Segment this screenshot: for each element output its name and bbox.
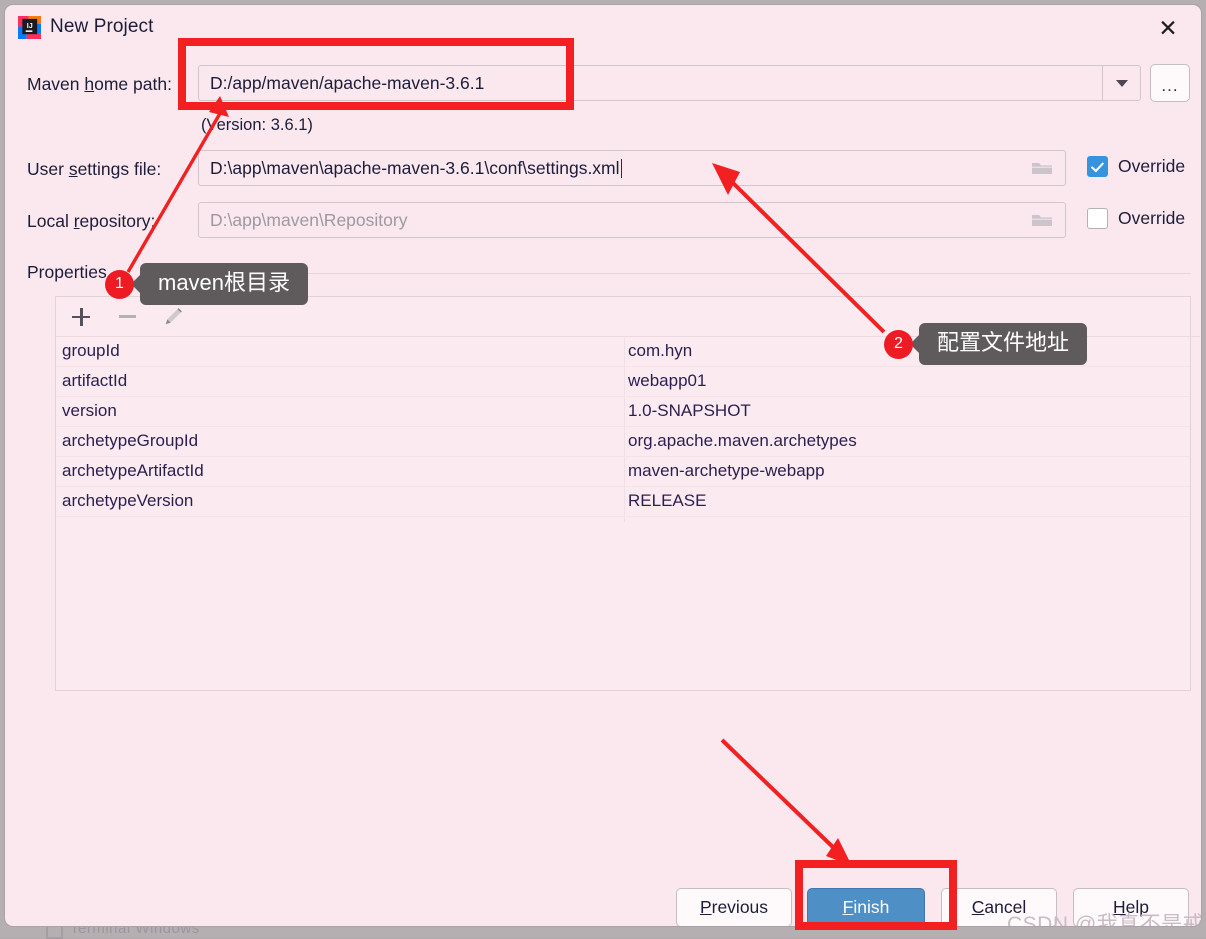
- property-name: artifactId: [62, 371, 128, 390]
- override-local-repository-checkbox[interactable]: [1087, 208, 1108, 229]
- override-local-repository-label: Override: [1118, 208, 1186, 228]
- local-repository-input[interactable]: D:\app\maven\Repository: [198, 202, 1066, 238]
- finish-button[interactable]: Finish: [807, 888, 925, 926]
- plus-icon: [72, 307, 90, 326]
- callout-1-number: 1: [105, 269, 134, 299]
- previous-button[interactable]: Previous: [676, 888, 792, 926]
- callout-2-number: 2: [884, 329, 913, 359]
- property-name: archetypeVersion: [62, 491, 194, 510]
- user-settings-file-value: D:\app\maven\apache-maven-3.6.1\conf\set…: [210, 157, 620, 178]
- callout-2-text: 配置文件地址: [919, 323, 1088, 365]
- property-value: 1.0-SNAPSHOT: [628, 401, 751, 420]
- maven-home-path-label: Maven home path:: [27, 74, 172, 94]
- override-user-settings-checkbox-group[interactable]: Override: [1087, 156, 1185, 177]
- property-value: org.apache.maven.archetypes: [628, 431, 857, 450]
- property-value: webapp01: [628, 371, 707, 390]
- page-title: New Project: [50, 16, 154, 37]
- folder-icon[interactable]: [1031, 160, 1053, 176]
- callout-1: 1 maven根目录: [105, 263, 309, 305]
- property-name: version: [62, 401, 117, 420]
- callout-1-text: maven根目录: [140, 263, 309, 305]
- override-user-settings-label: Override: [1118, 156, 1186, 176]
- local-repository-label: Local repository:: [27, 211, 156, 231]
- table-row[interactable]: archetypeVersion RELEASE: [56, 486, 1190, 517]
- user-settings-file-label: User settings file:: [27, 159, 162, 179]
- minus-icon: [118, 315, 136, 318]
- table-row[interactable]: artifactId webapp01: [56, 366, 1190, 397]
- property-name: archetypeArtifactId: [62, 461, 204, 480]
- table-row[interactable]: archetypeArtifactId maven-archetype-weba…: [56, 456, 1190, 487]
- local-repository-value: D:\app\maven\Repository: [210, 209, 408, 230]
- property-name: archetypeGroupId: [62, 431, 199, 450]
- property-value: RELEASE: [628, 491, 707, 510]
- chevron-down-icon: [1115, 79, 1128, 87]
- table-row[interactable]: archetypeGroupId org.apache.maven.archet…: [56, 426, 1190, 457]
- override-user-settings-checkbox[interactable]: [1087, 156, 1108, 177]
- close-icon[interactable]: ✕: [1145, 10, 1191, 46]
- browse-maven-home-button[interactable]: ...: [1150, 64, 1190, 102]
- watermark: CSDN @我真不是戒哥: [1007, 913, 1201, 927]
- override-local-repository-checkbox-group[interactable]: Override: [1087, 208, 1185, 229]
- property-name: groupId: [62, 341, 120, 360]
- edit-property-button[interactable]: [158, 302, 188, 332]
- intellij-idea-logo-icon: IJ: [18, 16, 41, 39]
- new-project-dialog: IJ New Project ✕ Maven home path: D:/app…: [4, 4, 1202, 927]
- svg-text:IJ: IJ: [27, 22, 33, 30]
- dialog-titlebar: IJ New Project ✕: [5, 5, 1201, 51]
- properties-section-label: Properties: [27, 262, 107, 282]
- callout-2: 2 配置文件地址: [884, 323, 1088, 365]
- maven-version-note: (Version: 3.6.1): [201, 116, 313, 134]
- folder-icon[interactable]: [1031, 212, 1053, 228]
- table-row[interactable]: version 1.0-SNAPSHOT: [56, 396, 1190, 427]
- maven-home-path-dropdown-button[interactable]: [1102, 65, 1141, 101]
- text-cursor: [620, 158, 622, 178]
- maven-home-path-input[interactable]: D:/app/maven/apache-maven-3.6.1: [198, 65, 1102, 101]
- remove-property-button[interactable]: [112, 302, 142, 332]
- user-settings-file-input[interactable]: D:\app\maven\apache-maven-3.6.1\conf\set…: [198, 150, 1066, 186]
- add-property-button[interactable]: [66, 302, 96, 332]
- pencil-icon: [165, 307, 182, 324]
- property-value: maven-archetype-webapp: [628, 461, 825, 480]
